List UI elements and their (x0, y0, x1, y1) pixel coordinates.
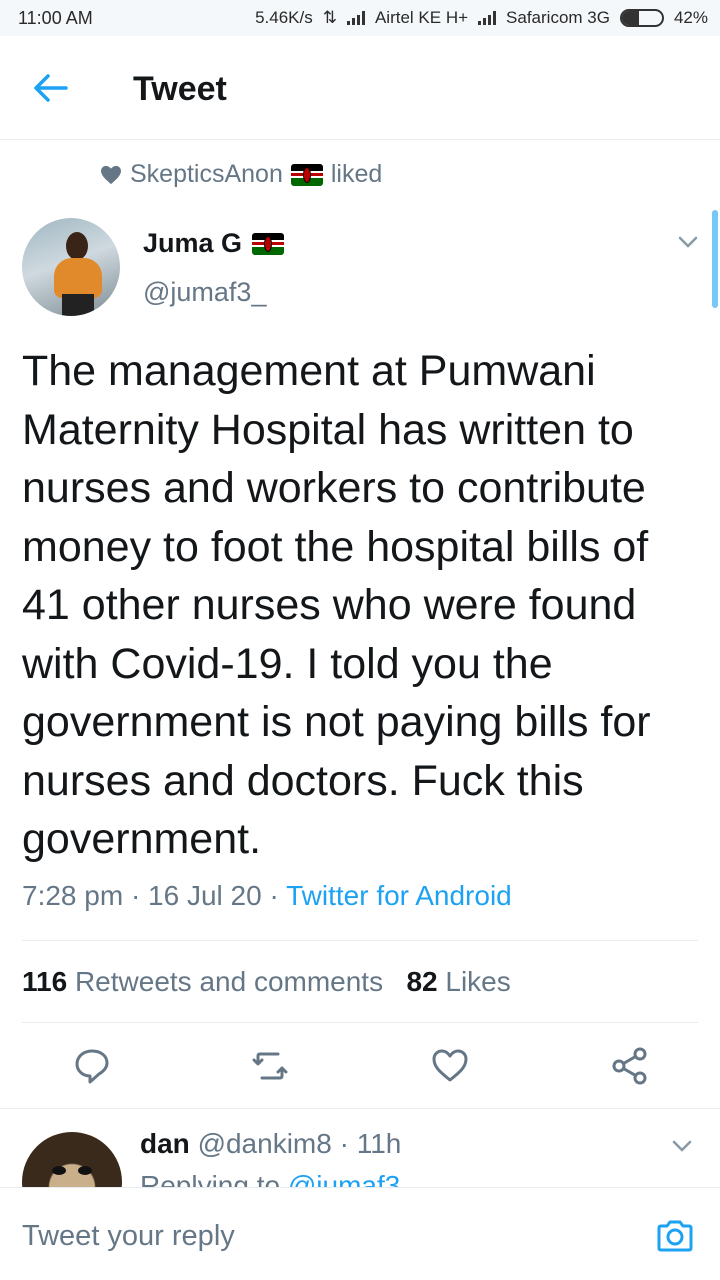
retweets-count: 116 (22, 966, 68, 997)
network-speed: 5.46K/s (255, 8, 313, 27)
signal-icon (346, 11, 365, 25)
replying-to: Replying to @jumaf3_ (140, 1170, 416, 1188)
data-arrows-icon: ⇅ (322, 8, 337, 27)
battery-percent: 42% (673, 8, 708, 27)
tweet-timestamp: 7:28 pm · 16 Jul 20 · (22, 880, 287, 911)
reply-composer[interactable]: Tweet your reply (0, 1187, 720, 1280)
reply-time: · 11h (331, 1128, 402, 1159)
retweets-label: Retweets and comments (67, 966, 384, 997)
tweet-source-link[interactable]: Twitter for Android (286, 880, 512, 911)
heart-icon (101, 165, 121, 184)
arrow-left-icon[interactable] (30, 72, 70, 104)
author-name-row[interactable]: Juma G (143, 228, 285, 259)
carrier-2: Safaricom 3G (506, 8, 610, 27)
retweet-icon[interactable] (250, 1046, 290, 1086)
reply-input[interactable]: Tweet your reply (22, 1220, 235, 1253)
status-right: 5.46K/s ⇅ Airtel KE H+ Safaricom 3G 42% (255, 8, 708, 28)
heart-icon[interactable] (430, 1046, 470, 1086)
likes-count: 82 (406, 966, 438, 997)
tweet-meta: 7:28 pm · 16 Jul 20 · Twitter for Androi… (22, 880, 512, 912)
reply-icon[interactable] (72, 1046, 112, 1086)
kenya-flag-icon (252, 232, 285, 255)
scroll-indicator (712, 210, 718, 308)
reply-author-handle: @dankim8 (197, 1128, 332, 1159)
reply-author-name: dan (140, 1128, 190, 1159)
social-context[interactable]: SkepticsAnon liked (100, 160, 382, 189)
signal-icon-2 (478, 11, 497, 25)
tweet-actions (0, 1046, 720, 1090)
app-header: Tweet (0, 36, 720, 140)
author-avatar[interactable] (22, 218, 120, 316)
replying-to-prefix: Replying to (140, 1170, 288, 1188)
liked-label: liked (330, 160, 383, 188)
reply-header[interactable]: dan @dankim8 · 11h (140, 1128, 401, 1160)
kenya-flag-icon (290, 163, 323, 186)
likes-label: Likes (437, 966, 511, 997)
camera-icon[interactable] (655, 1218, 695, 1254)
share-icon[interactable] (610, 1046, 650, 1086)
author-handle[interactable]: @jumaf3_ (143, 277, 266, 308)
author-name: Juma G (143, 228, 243, 258)
battery-icon (619, 9, 664, 27)
status-time: 11:00 AM (18, 7, 93, 28)
section-divider (0, 1108, 720, 1109)
chevron-down-icon[interactable] (670, 1134, 694, 1158)
chevron-down-icon[interactable] (676, 230, 700, 254)
liker-name: SkepticsAnon (130, 160, 283, 188)
replying-to-handle[interactable]: @jumaf3_ (288, 1170, 416, 1188)
carrier-1: Airtel KE H+ (374, 8, 469, 27)
divider (22, 1022, 698, 1023)
tweet-stats[interactable]: 116 Retweets and comments 82 Likes (22, 966, 511, 998)
page-title: Tweet (133, 70, 227, 108)
status-bar: 11:00 AM 5.46K/s ⇅ Airtel KE H+ Safarico… (0, 0, 720, 36)
divider (22, 940, 698, 941)
tweet-text: The management at Pumwani Maternity Hosp… (22, 347, 651, 863)
